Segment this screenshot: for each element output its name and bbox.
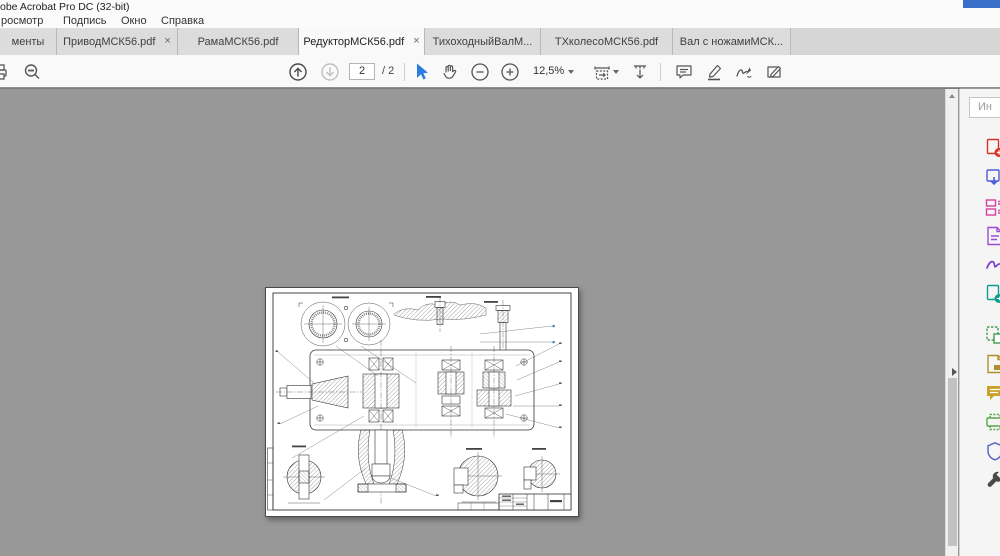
panel-collapse-arrow-icon[interactable]	[952, 368, 957, 376]
zoom-level-value[interactable]: 12,5%	[533, 65, 564, 77]
menu-sign[interactable]: Подпись	[63, 14, 107, 28]
tools-search-input[interactable]: Ин	[969, 97, 1000, 118]
scan-ocr-icon	[985, 412, 1000, 432]
fit-caret-down-icon[interactable]	[613, 70, 619, 74]
document-viewport[interactable]	[0, 88, 960, 556]
toolbar-separator	[404, 63, 405, 81]
window-corner-fragment	[963, 0, 1000, 8]
pdf-page[interactable]	[265, 287, 579, 517]
search-icon[interactable]	[22, 62, 42, 82]
main-toolbar: 2 / 2 12,5%	[0, 55, 1000, 88]
edit-pdf-tool-icon	[985, 226, 1000, 246]
menu-view[interactable]: росмотр	[1, 14, 43, 28]
page-down-icon[interactable]	[320, 62, 340, 82]
tools-panel-fill-sign-button[interactable]	[985, 255, 1000, 277]
select-tool-icon[interactable]	[412, 62, 432, 82]
zoom-caret-down-icon[interactable]	[568, 70, 574, 74]
title-bar: obe Acrobat Pro DC (32-bit)	[0, 0, 1000, 14]
scroll-up-icon[interactable]	[949, 94, 955, 98]
tab-val-s-nozhami[interactable]: Вал с ножамиМСК...	[673, 28, 791, 55]
fill-sign-tool-icon	[985, 255, 1000, 275]
tools-panel-create-pdf-button[interactable]	[985, 138, 1000, 160]
page-total-label: / 2	[382, 65, 394, 77]
acrobat-window: { "window": { "title": "obe Acrobat Pro …	[0, 0, 1000, 556]
tab-thkoleso[interactable]: ТХколесоМСК56.pdf	[541, 28, 673, 55]
protect-icon	[985, 441, 1000, 461]
tools-panel-scan-ocr-button[interactable]	[985, 412, 1000, 434]
tab-close-icon[interactable]: ×	[413, 36, 419, 47]
tab-tools-partial[interactable]: менты	[0, 28, 57, 55]
toolbar-separator	[660, 63, 661, 81]
vertical-scrollbar[interactable]	[945, 89, 958, 556]
page-up-icon[interactable]	[288, 62, 308, 82]
view-top-left	[299, 297, 393, 347]
organize-pages-icon	[985, 197, 1000, 217]
highlight-icon[interactable]	[704, 62, 724, 82]
tools-panel-request-signatures-button[interactable]	[985, 284, 1000, 306]
menu-bar: росмотр Подпись Окно Справка	[0, 14, 1000, 28]
comment-tool-icon	[985, 383, 1000, 403]
export-pdf-icon	[985, 168, 1000, 188]
tab-rama[interactable]: РамаМСК56.pdf	[178, 28, 299, 55]
edit-pdf-icon[interactable]	[764, 62, 784, 82]
tab-privod[interactable]: ПриводМСК56.pdf ×	[57, 28, 178, 55]
create-pdf-icon	[985, 138, 1000, 158]
tools-panel-export-pdf-button[interactable]	[985, 168, 1000, 190]
fit-page-icon[interactable]	[630, 62, 650, 82]
input-shaft-top	[484, 300, 510, 358]
tab-reduktor-active[interactable]: РедукторМСК56.pdf ×	[299, 28, 425, 55]
printer-icon[interactable]	[0, 62, 10, 82]
tools-panel-more-tools-button[interactable]	[985, 470, 1000, 492]
tools-panel: Ин	[959, 89, 1000, 556]
menu-help[interactable]: Справка	[161, 14, 204, 28]
tools-panel-organize-pages-button[interactable]	[985, 197, 1000, 219]
scrollbar-thumb[interactable]	[948, 378, 957, 546]
detail-bottom-left	[283, 446, 325, 504]
tab-close-icon[interactable]: ×	[164, 36, 170, 47]
comment-icon[interactable]	[674, 62, 694, 82]
request-signatures-icon	[985, 284, 1000, 304]
stamp-icon	[985, 354, 1000, 374]
bottom-bell-housing	[358, 430, 406, 492]
page-number-input[interactable]: 2	[349, 63, 375, 80]
fit-width-icon[interactable]	[592, 62, 612, 82]
tools-panel-comment-button[interactable]	[985, 383, 1000, 405]
detail-bottom-right-1	[454, 448, 502, 502]
fill-sign-icon[interactable]	[734, 62, 754, 82]
technical-drawing	[266, 288, 578, 516]
window-title: obe Acrobat Pro DC (32-bit)	[0, 1, 130, 13]
tools-panel-protect-button[interactable]	[985, 441, 1000, 463]
zoom-in-icon[interactable]	[500, 62, 520, 82]
hand-tool-icon[interactable]	[440, 62, 460, 82]
tools-panel-stamp-button[interactable]	[985, 354, 1000, 376]
tools-panel-combine-files-button[interactable]	[985, 325, 1000, 347]
combine-files-icon	[985, 325, 1000, 345]
document-tab-bar: менты ПриводМСК56.pdf × РамаМСК56.pdf Ре…	[0, 28, 1000, 55]
tools-panel-edit-pdf-button[interactable]	[985, 226, 1000, 248]
detail-bottom-right-2	[524, 448, 560, 498]
zoom-out-icon[interactable]	[470, 62, 490, 82]
menu-window[interactable]: Окно	[121, 14, 147, 28]
view-top-center	[394, 296, 486, 332]
tab-tihohodny-val[interactable]: ТихоходныйВалМ...	[425, 28, 541, 55]
more-tools-icon	[985, 470, 1000, 490]
